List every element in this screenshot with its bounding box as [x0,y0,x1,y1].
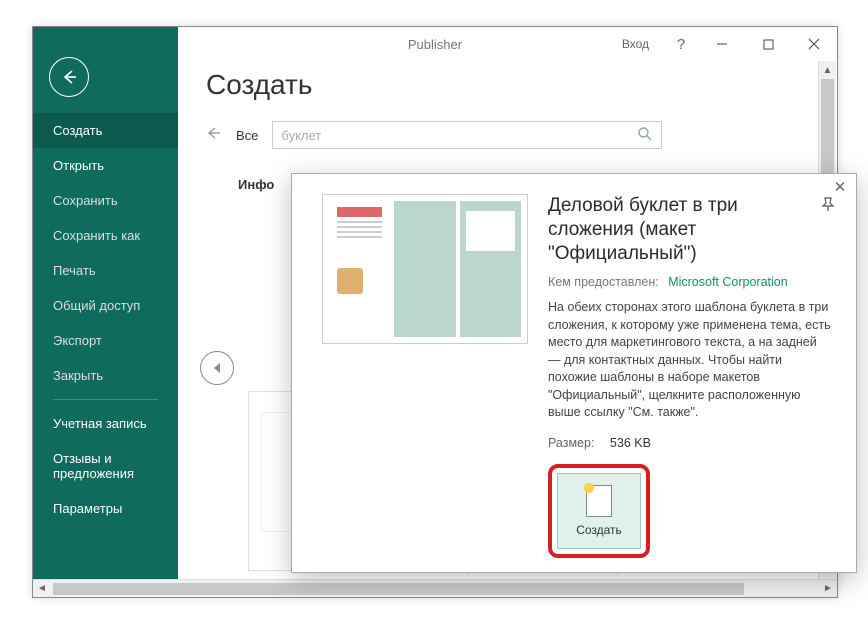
sidebar-item-save[interactable]: Сохранить [33,183,178,218]
sidebar-item-options[interactable]: Параметры [33,491,178,526]
arrow-left-icon [206,126,222,140]
sidebar-item-print[interactable]: Печать [33,253,178,288]
search-back-button[interactable] [206,126,222,145]
help-button[interactable]: ? [663,36,699,53]
sidebar-item-new[interactable]: Создать [33,113,178,148]
sidebar-item-account[interactable]: Учетная запись [33,406,178,441]
scroll-left-button[interactable]: ◄ [33,580,51,598]
create-button[interactable]: Создать [557,473,641,549]
minimize-icon [716,38,728,50]
signin-link[interactable]: Вход [622,37,649,51]
sidebar-item-export[interactable]: Экспорт [33,323,178,358]
sidebar-item-feedback[interactable]: Отзывы и предложения [33,441,178,491]
create-label: Создать [576,523,622,537]
close-icon [808,38,820,50]
arrow-left-icon [60,68,78,86]
size-value: 536 KB [610,436,651,450]
new-document-icon [586,485,612,517]
sidebar-item-saveas[interactable]: Сохранить как [33,218,178,253]
pin-icon [820,196,836,212]
pin-button[interactable] [820,196,836,215]
template-title: Деловой буклет в три сложения (макет "Оф… [548,194,832,265]
app-window: Publisher Вход ? Создать О [32,26,838,598]
dialog-close-button[interactable]: ✕ [830,178,850,198]
sidebar-item-open[interactable]: Открыть [33,148,178,183]
provider-link[interactable]: Microsoft Corporation [668,275,788,289]
search-value: буклет [281,128,321,143]
search-input[interactable]: буклет [272,121,662,149]
horizontal-scrollbar[interactable]: ◄ ► [33,579,837,597]
create-highlight: Создать [548,464,650,558]
template-details-dialog: ✕ Деловой буклет в три сложения (макет "… [291,173,857,573]
size-label: Размер: [548,436,594,450]
maximize-button[interactable] [745,27,791,61]
search-icon[interactable] [637,126,653,145]
provided-label: Кем предоставлен: [548,275,659,289]
template-description: На обеих сторонах этого шаблона буклета … [548,299,832,422]
scroll-thumb[interactable] [53,583,744,595]
backstage-sidebar: Создать Открыть Сохранить Сохранить как … [33,27,178,597]
template-preview [322,194,528,344]
close-window-button[interactable] [791,27,837,61]
minimize-button[interactable] [699,27,745,61]
sidebar-item-close[interactable]: Закрыть [33,358,178,393]
sidebar-separator [53,399,158,400]
maximize-icon [763,39,774,50]
sidebar-item-share[interactable]: Общий доступ [33,288,178,323]
page-heading: Создать [178,61,836,105]
pager-prev-button[interactable] [200,351,234,385]
scroll-up-button[interactable]: ▲ [819,61,836,79]
filter-all[interactable]: Все [236,128,258,143]
triangle-left-icon [211,361,223,375]
back-button[interactable] [49,57,89,97]
scroll-right-button[interactable]: ► [819,580,837,598]
